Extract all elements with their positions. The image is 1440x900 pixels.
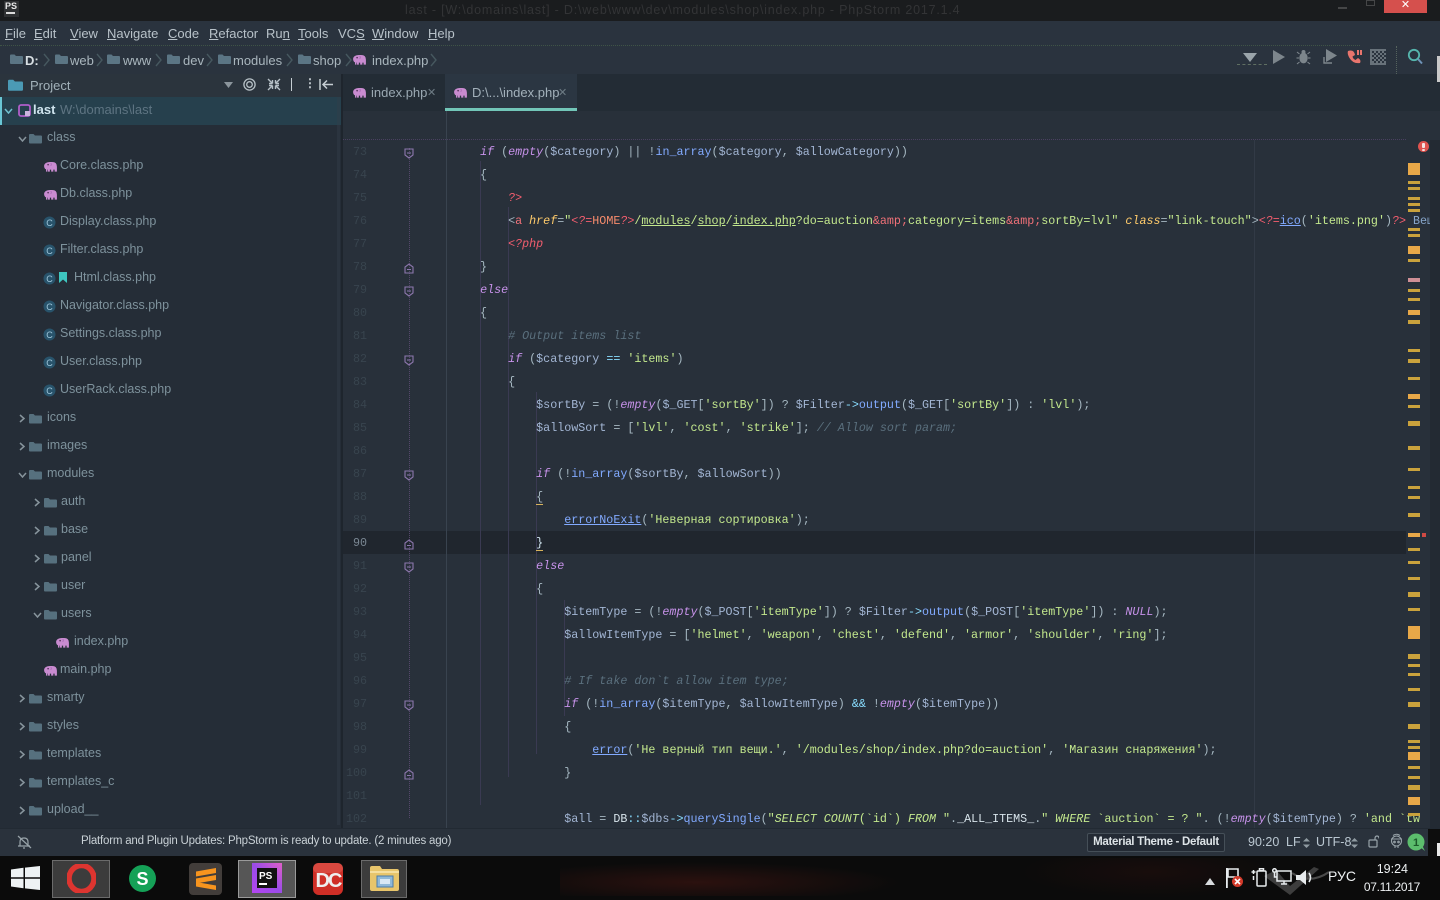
svg-text:S: S: [136, 869, 148, 889]
svg-text:C: C: [46, 302, 53, 312]
svg-text:PS: PS: [259, 871, 273, 882]
svg-text:DC: DC: [316, 870, 342, 892]
svg-text:C: C: [46, 330, 53, 340]
svg-text:C: C: [46, 274, 53, 284]
svg-text:1: 1: [1413, 837, 1419, 849]
svg-text:C: C: [46, 218, 53, 228]
svg-text:C: C: [46, 246, 53, 256]
svg-text:C: C: [46, 358, 53, 368]
svg-text:C: C: [46, 386, 53, 396]
